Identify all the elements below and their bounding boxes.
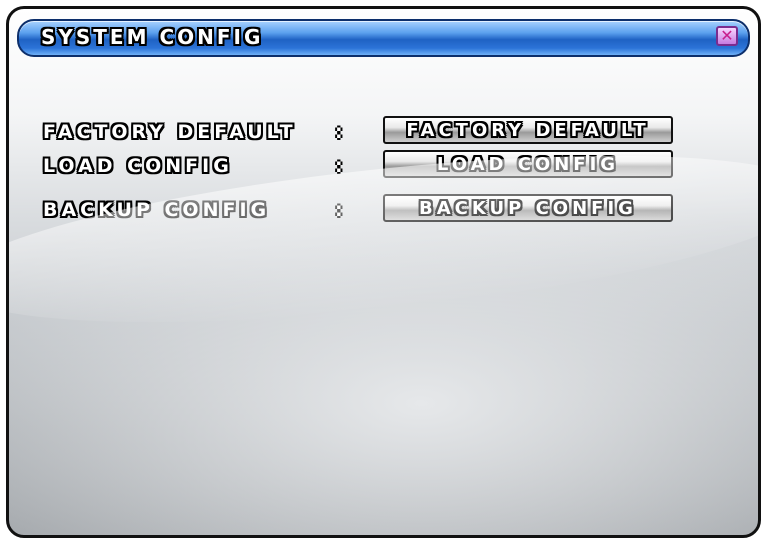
- backup-config-label: BACKUP CONFIG: [43, 199, 271, 221]
- separator: :: [335, 155, 343, 177]
- load-config-button[interactable]: LOAD CONFIG: [383, 150, 673, 178]
- system-config-window: SYSTEM CONFIG ✕ FACTORY DEFAULT : FACTOR…: [6, 6, 761, 538]
- separator: :: [335, 199, 343, 221]
- backup-config-button[interactable]: BACKUP CONFIG: [383, 194, 673, 222]
- load-config-label: LOAD CONFIG: [43, 155, 233, 177]
- close-icon[interactable]: ✕: [716, 26, 738, 46]
- factory-default-button[interactable]: FACTORY DEFAULT: [383, 116, 673, 144]
- window-title: SYSTEM CONFIG: [41, 25, 264, 49]
- factory-default-label: FACTORY DEFAULT: [43, 121, 297, 143]
- separator: :: [335, 121, 343, 143]
- title-bar: SYSTEM CONFIG ✕: [17, 19, 750, 57]
